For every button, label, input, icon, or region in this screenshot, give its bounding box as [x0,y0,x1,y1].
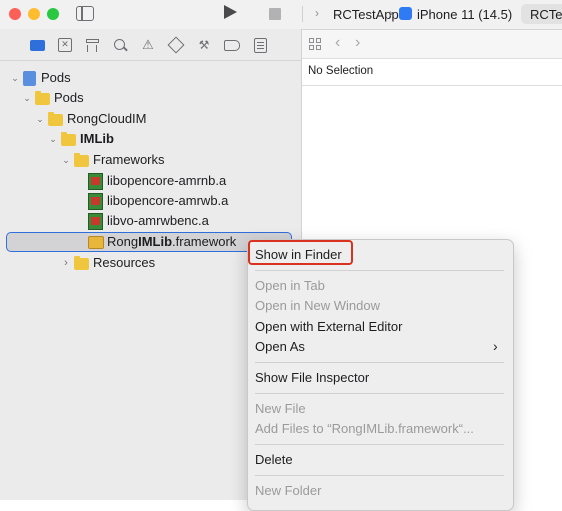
folder-icon [74,153,89,167]
test-icon[interactable] [167,36,185,54]
scheme-chevron-icon: › [315,6,319,20]
menu-item-show-in-finder[interactable]: Show in Finder [255,245,342,265]
tree-item-imlib[interactable]: ⌄ IMLib [0,129,300,149]
static-library-icon [88,213,103,230]
menu-item-add-files[interactable]: Add Files to “RongIMLib.framework“... [255,419,474,439]
scheme-tab-label: RCTest [530,7,562,22]
debug-icon[interactable]: ⚒ [196,37,212,53]
disclosure-down-icon[interactable]: ⌄ [10,73,20,83]
disclosure-down-icon[interactable]: ⌄ [48,134,58,144]
tree-item-frameworks[interactable]: ⌄ Frameworks [0,150,300,170]
close-window-button[interactable] [9,8,21,20]
scheme-tab[interactable]: RCTest [521,4,562,24]
folder-icon [48,112,63,126]
label-bold: IMLib [138,234,173,249]
disclosure-down-icon[interactable]: ⌄ [35,114,45,124]
device-app-icon [399,7,412,20]
search-icon[interactable] [112,37,128,53]
folder-icon [61,132,76,146]
report-icon[interactable] [252,37,268,53]
stop-button[interactable] [269,8,281,20]
menu-separator [255,444,504,445]
tree-item-label: Pods [54,90,84,105]
grid-icon[interactable] [309,38,321,50]
menu-separator [255,393,504,394]
static-library-icon [88,173,103,190]
tree-item-label: libvo-amrwbenc.a [107,213,209,228]
static-library-icon [88,193,103,210]
menu-item-open-with-external-editor[interactable]: Open with External Editor [255,317,402,337]
tree-item-label: libopencore-amrnb.a [107,173,227,188]
issue-icon[interactable]: ⚠ [140,37,156,53]
disclosure-right-icon[interactable]: › [61,258,71,269]
tree-item-label: RongIMLib.framework [107,233,236,251]
tree-item-libopencore-amrnb[interactable]: libopencore-amrnb.a [0,171,300,191]
menu-item-delete[interactable]: Delete [255,450,293,470]
project-icon [23,71,36,86]
breakpoint-icon[interactable] [224,37,240,53]
editor-status-bar: No Selection [302,59,562,86]
device-selector[interactable]: iPhone 11 (14.5) [417,7,512,22]
framework-icon [88,236,104,249]
back-chevron-icon[interactable]: ‹ [335,34,340,52]
menu-item-open-as[interactable]: Open As › [255,337,504,357]
menu-separator [255,270,504,271]
label-suffix: .framework [172,234,237,249]
tree-item-label: libopencore-amrwb.a [107,193,229,208]
scheme-device-separator-icon: › [389,6,393,20]
run-button[interactable] [224,5,237,19]
tree-item-label: Frameworks [93,152,165,167]
menu-item-show-file-inspector[interactable]: Show File Inspector [255,368,369,388]
tree-item-pods-group[interactable]: ⌄ Pods [0,88,300,108]
tree-item-pods-project[interactable]: ⌄ Pods [0,68,300,88]
menu-item-open-in-tab[interactable]: Open in Tab [255,276,325,296]
menu-item-label: Open As [255,339,305,354]
no-selection-label: No Selection [308,65,374,77]
menu-separator [255,475,504,476]
tree-item-label: Resources [93,255,156,270]
tree-item-rongcloudim[interactable]: ⌄ RongCloudIM [0,109,300,129]
editor-jump-bar: ‹ › [302,30,562,59]
forward-chevron-icon[interactable]: › [355,34,360,52]
source-control-icon[interactable]: ✕ [57,37,73,53]
folder-icon [74,256,89,270]
zoom-window-button[interactable] [47,8,59,20]
menu-separator [255,362,504,363]
menu-item-new-file[interactable]: New File [255,399,306,419]
tree-item-label: RongCloudIM [67,111,147,126]
menu-item-new-folder[interactable]: New Folder [255,481,321,501]
hierarchy-icon[interactable] [84,37,100,53]
disclosure-down-icon[interactable]: ⌄ [61,155,71,165]
menu-item-open-in-new-window[interactable]: Open in New Window [255,296,380,316]
tree-item-libopencore-amrwb[interactable]: libopencore-amrwb.a [0,191,300,211]
minimize-window-button[interactable] [28,8,40,20]
sidebar-toggle-icon[interactable] [76,6,94,21]
folder-icon[interactable] [29,37,45,53]
disclosure-down-icon[interactable]: ⌄ [22,93,32,103]
folder-icon [35,91,50,105]
label-prefix: Rong [107,234,139,249]
tree-item-libvo-amrwbenc[interactable]: libvo-amrwbenc.a [0,211,300,231]
window-toolbar: › RCTestApp › iPhone 11 (14.5) RCTest [0,0,562,30]
tree-item-label: IMLib [80,131,114,146]
tree-item-label: Pods [41,70,71,85]
submenu-chevron-icon: › [493,338,498,354]
toolbar-divider [302,6,303,22]
